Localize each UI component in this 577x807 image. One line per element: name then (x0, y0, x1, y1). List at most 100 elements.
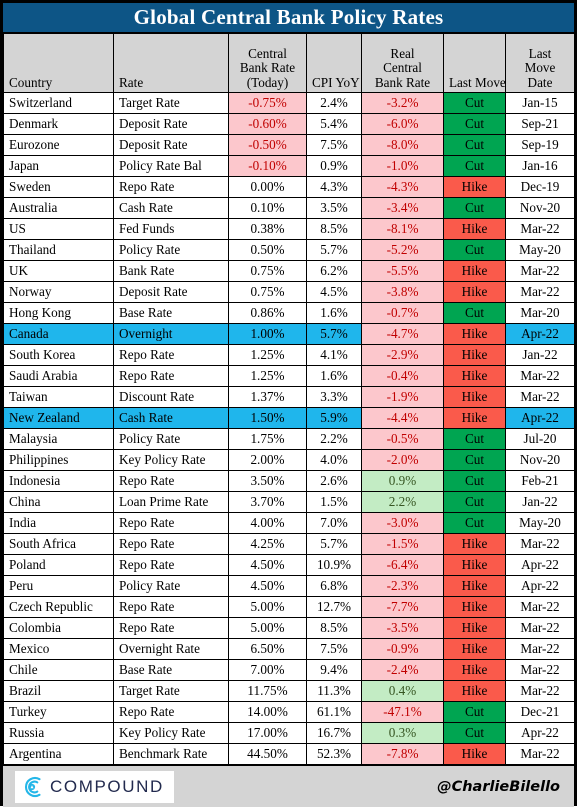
cell-central-bank-rate: 0.00% (228, 176, 307, 198)
cell-real-rate: -3.0% (361, 512, 444, 534)
cell-cpi-yoy: 0.9% (306, 155, 362, 177)
cell-country: South Africa (3, 533, 114, 555)
cell-last-move: Hike (443, 659, 506, 681)
cell-country: Indonesia (3, 470, 114, 492)
cell-cpi-yoy: 7.5% (306, 638, 362, 660)
cell-cpi-yoy: 5.7% (306, 323, 362, 345)
cell-country: Thailand (3, 239, 114, 261)
cell-cpi-yoy: 6.8% (306, 575, 362, 597)
table-row: Norway Deposit Rate 0.75% 4.5% -3.8% Hike Mar-… (3, 281, 575, 303)
cell-rate-name: Cash Rate (113, 407, 229, 429)
cell-central-bank-rate: 44.50% (228, 743, 307, 765)
cell-country: Mexico (3, 638, 114, 660)
cell-central-bank-rate: 0.75% (228, 281, 307, 303)
column-header-real-central-bank-rate: Real Central Bank Rate (361, 33, 444, 93)
cell-central-bank-rate: -0.50% (228, 134, 307, 156)
table-row: US Fed Funds 0.38% 8.5% -8.1% Hike Mar-22 (3, 218, 575, 240)
cell-last-move-date: May-20 (505, 239, 575, 261)
cell-last-move: Hike (443, 575, 506, 597)
cell-central-bank-rate: 17.00% (228, 722, 307, 744)
compound-mark-icon (24, 776, 41, 797)
cell-country: Australia (3, 197, 114, 219)
cell-rate-name: Repo Rate (113, 344, 229, 366)
cell-cpi-yoy: 9.4% (306, 659, 362, 681)
infographic-root: Global Central Bank Policy Rates Country… (0, 0, 577, 807)
cell-rate-name: Deposit Rate (113, 113, 229, 135)
cell-cpi-yoy: 5.9% (306, 407, 362, 429)
cell-last-move: Cut (443, 302, 506, 324)
cell-central-bank-rate: 6.50% (228, 638, 307, 660)
cell-last-move-date: Mar-22 (505, 260, 575, 282)
cell-real-rate: -1.5% (361, 533, 444, 555)
cell-real-rate: -7.7% (361, 596, 444, 618)
cell-cpi-yoy: 1.6% (306, 302, 362, 324)
cell-last-move: Cut (443, 722, 506, 744)
cell-country: Sweden (3, 176, 114, 198)
cell-central-bank-rate: -0.10% (228, 155, 307, 177)
table-row: Peru Policy Rate 4.50% 6.8% -2.3% Hike Apr-22 (3, 575, 575, 597)
author-handle: @CharlieBilello (437, 778, 560, 795)
cell-cpi-yoy: 16.7% (306, 722, 362, 744)
table-row: Mexico Overnight Rate 6.50% 7.5% -0.9% Hike Ma… (3, 638, 575, 660)
cell-rate-name: Repo Rate (113, 701, 229, 723)
cell-country: Denmark (3, 113, 114, 135)
cell-central-bank-rate: 0.38% (228, 218, 307, 240)
cell-last-move-date: Nov-20 (505, 197, 575, 219)
cell-rate-name: Overnight (113, 323, 229, 345)
table-header: Country Rate Central Bank Rate (Today) C… (3, 33, 575, 93)
cell-last-move: Hike (443, 407, 506, 429)
column-header-central-bank-rate: Central Bank Rate (Today) (228, 33, 307, 93)
cell-last-move-date: Mar-22 (505, 218, 575, 240)
cell-central-bank-rate: 5.00% (228, 617, 307, 639)
cell-central-bank-rate: 1.25% (228, 344, 307, 366)
cell-real-rate: -4.3% (361, 176, 444, 198)
cell-rate-name: Repo Rate (113, 596, 229, 618)
cell-central-bank-rate: 0.50% (228, 239, 307, 261)
table-row: Indonesia Repo Rate 3.50% 2.6% 0.9% Cut Feb-21 (3, 470, 575, 492)
cell-real-rate: -8.0% (361, 134, 444, 156)
cell-country: Poland (3, 554, 114, 576)
compound-wordmark: COMPOUND (50, 776, 164, 796)
cell-last-move-date: Jan-16 (505, 155, 575, 177)
cell-rate-name: Base Rate (113, 302, 229, 324)
cell-last-move-date: Mar-20 (505, 302, 575, 324)
cell-real-rate: -3.8% (361, 281, 444, 303)
table-row: Denmark Deposit Rate -0.60% 5.4% -6.0% Cut Sep… (3, 113, 575, 135)
cell-last-move-date: Jan-22 (505, 344, 575, 366)
cell-country: Norway (3, 281, 114, 303)
cell-central-bank-rate: 1.00% (228, 323, 307, 345)
cell-last-move-date: Jul-20 (505, 428, 575, 450)
cell-central-bank-rate: 3.70% (228, 491, 307, 513)
table-row: Russia Key Policy Rate 17.00% 16.7% 0.3% Cut A… (3, 722, 575, 744)
cell-rate-name: Deposit Rate (113, 134, 229, 156)
cell-cpi-yoy: 5.7% (306, 239, 362, 261)
cell-last-move: Hike (443, 218, 506, 240)
cell-country: Philippines (3, 449, 114, 471)
cell-last-move-date: Mar-22 (505, 680, 575, 702)
cell-last-move-date: Sep-21 (505, 113, 575, 135)
cell-country: Colombia (3, 617, 114, 639)
cell-country: China (3, 491, 114, 513)
cell-cpi-yoy: 11.3% (306, 680, 362, 702)
cell-cpi-yoy: 7.0% (306, 512, 362, 534)
cell-real-rate: -5.5% (361, 260, 444, 282)
cell-central-bank-rate: -0.60% (228, 113, 307, 135)
cell-country: Russia (3, 722, 114, 744)
cell-last-move: Hike (443, 638, 506, 660)
cell-last-move-date: May-20 (505, 512, 575, 534)
cell-last-move-date: Apr-22 (505, 323, 575, 345)
cell-last-move-date: Mar-22 (505, 281, 575, 303)
cell-central-bank-rate: 14.00% (228, 701, 307, 723)
cell-real-rate: -0.9% (361, 638, 444, 660)
cell-central-bank-rate: 0.10% (228, 197, 307, 219)
cell-last-move: Cut (443, 512, 506, 534)
cell-real-rate: -4.4% (361, 407, 444, 429)
cell-last-move-date: Nov-20 (505, 449, 575, 471)
cell-rate-name: Key Policy Rate (113, 722, 229, 744)
cell-cpi-yoy: 12.7% (306, 596, 362, 618)
cell-cpi-yoy: 4.3% (306, 176, 362, 198)
cell-real-rate: 2.2% (361, 491, 444, 513)
table-row: India Repo Rate 4.00% 7.0% -3.0% Cut May-20 (3, 512, 575, 534)
cell-last-move-date: Mar-22 (505, 533, 575, 555)
table-row: Colombia Repo Rate 5.00% 8.5% -3.5% Hike Mar-2… (3, 617, 575, 639)
